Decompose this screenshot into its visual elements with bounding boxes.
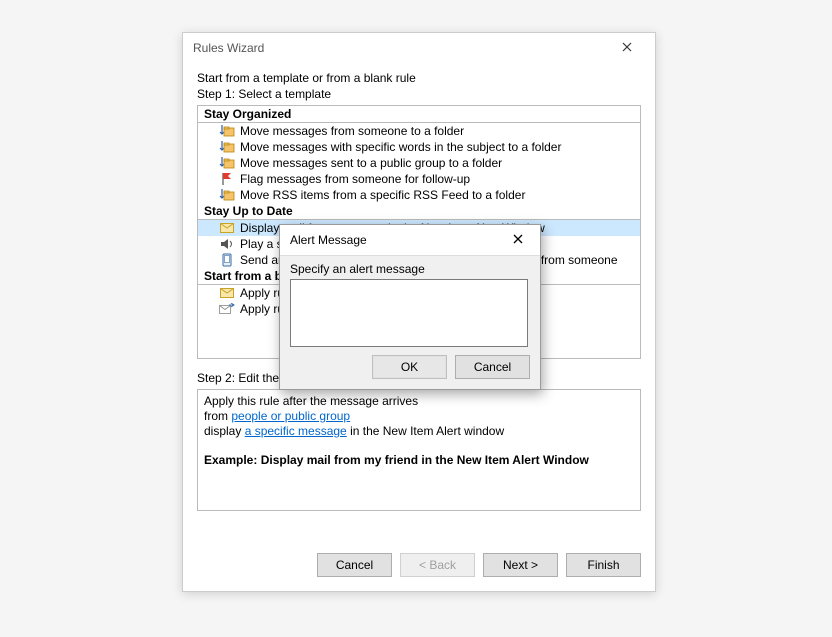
speaker-icon bbox=[218, 237, 236, 251]
header-label: Start from a template or from a blank ru… bbox=[197, 71, 641, 85]
alert-message-input[interactable] bbox=[290, 279, 528, 347]
template-item[interactable]: Move messages sent to a public group to … bbox=[198, 155, 640, 171]
mail-icon bbox=[218, 286, 236, 300]
template-item[interactable]: Move RSS items from a specific RSS Feed … bbox=[198, 187, 640, 203]
alert-message-dialog: Alert Message Specify an alert message O… bbox=[279, 224, 541, 390]
template-item-label: Move messages sent to a public group to … bbox=[236, 156, 502, 170]
desc-line3: display a specific message in the New It… bbox=[204, 424, 634, 439]
template-item[interactable]: Flag messages from someone for follow-up bbox=[198, 171, 640, 187]
titlebar: Rules Wizard bbox=[183, 33, 655, 63]
rule-description-panel: Apply this rule after the message arrive… bbox=[197, 389, 641, 511]
template-item-label: Move messages with specific words in the… bbox=[236, 140, 561, 154]
template-item[interactable]: Move messages with specific words in the… bbox=[198, 139, 640, 155]
category-stay-organized: Stay Organized bbox=[198, 106, 640, 123]
window-title: Rules Wizard bbox=[193, 41, 607, 55]
category-stay-up-to-date: Stay Up to Date bbox=[198, 203, 640, 220]
desc-line2: from people or public group bbox=[204, 409, 634, 424]
modal-title: Alert Message bbox=[290, 233, 500, 247]
modal-close-button[interactable] bbox=[500, 227, 536, 253]
modal-prompt: Specify an alert message bbox=[290, 262, 530, 276]
mail-send-icon bbox=[218, 302, 236, 316]
next-button[interactable]: Next > bbox=[483, 553, 558, 577]
folder-move-icon bbox=[218, 188, 236, 202]
wizard-button-row: Cancel < Back Next > Finish bbox=[317, 553, 641, 577]
mobile-device-icon bbox=[218, 253, 236, 267]
close-icon bbox=[622, 41, 632, 55]
desc-example: Example: Display mail from my friend in … bbox=[204, 453, 634, 468]
template-item-label: Flag messages from someone for follow-up bbox=[236, 172, 470, 186]
step1-label: Step 1: Select a template bbox=[197, 87, 641, 101]
modal-button-row: OK Cancel bbox=[372, 355, 530, 379]
back-button[interactable]: < Back bbox=[400, 553, 475, 577]
folder-move-icon bbox=[218, 124, 236, 138]
ok-button[interactable]: OK bbox=[372, 355, 447, 379]
close-icon bbox=[513, 233, 523, 247]
desc-line1: Apply this rule after the message arrive… bbox=[204, 394, 634, 409]
mail-alert-icon bbox=[218, 221, 236, 235]
modal-cancel-button[interactable]: Cancel bbox=[455, 355, 530, 379]
modal-titlebar: Alert Message bbox=[280, 225, 540, 256]
flag-icon bbox=[218, 172, 236, 186]
template-item-label: Move RSS items from a specific RSS Feed … bbox=[236, 188, 525, 202]
link-people-or-group[interactable]: people or public group bbox=[231, 409, 350, 423]
cancel-button[interactable]: Cancel bbox=[317, 553, 392, 577]
finish-button[interactable]: Finish bbox=[566, 553, 641, 577]
window-close-button[interactable] bbox=[607, 34, 647, 62]
modal-body: Specify an alert message bbox=[280, 256, 540, 350]
folder-move-icon bbox=[218, 140, 236, 154]
template-item[interactable]: Move messages from someone to a folder bbox=[198, 123, 640, 139]
template-item-label: Move messages from someone to a folder bbox=[236, 124, 464, 138]
folder-move-icon bbox=[218, 156, 236, 170]
link-specific-message[interactable]: a specific message bbox=[245, 424, 347, 438]
